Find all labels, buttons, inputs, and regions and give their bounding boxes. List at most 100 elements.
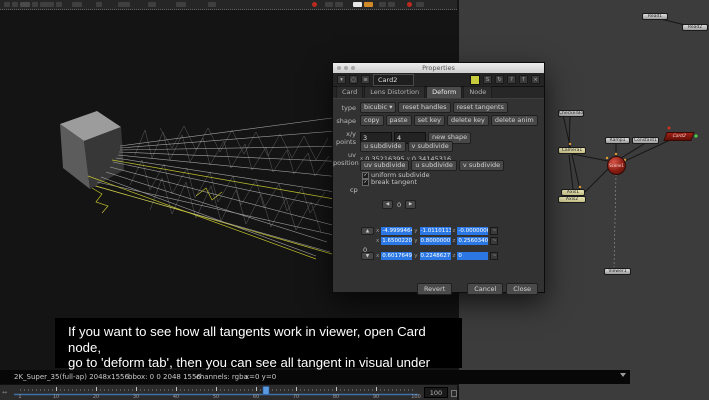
viewer-roi-icon[interactable] bbox=[407, 2, 412, 7]
reset-handles-button[interactable]: reset handles bbox=[398, 102, 450, 113]
point1-y-field[interactable]: 0.8000000 bbox=[420, 237, 451, 245]
node-read[interactable]: Read1 bbox=[642, 13, 668, 20]
reset-tangents-button[interactable]: reset tangents bbox=[453, 102, 508, 113]
type-dropdown[interactable]: bicubic ▾ bbox=[360, 102, 396, 113]
viewer-gain-icon[interactable] bbox=[353, 2, 362, 7]
point0-z-field[interactable]: -0.0000006 bbox=[457, 227, 488, 235]
viewer-toolbar-button[interactable] bbox=[208, 2, 216, 7]
viewer-toolbar-button[interactable] bbox=[176, 2, 186, 7]
window-title: Properties bbox=[422, 64, 455, 72]
viewer-toolbar-button[interactable] bbox=[118, 2, 130, 7]
animation-menu-icon[interactable]: ~ bbox=[490, 237, 498, 245]
viewer-toolbar-button[interactable] bbox=[32, 2, 38, 7]
point-down-button[interactable]: ▼ bbox=[361, 252, 374, 260]
manage-knobs-icon[interactable]: ≡ bbox=[361, 75, 370, 84]
last-frame-field[interactable]: 100 bbox=[424, 387, 448, 398]
viewer-toolbar-button[interactable] bbox=[388, 2, 395, 7]
point0-x-field[interactable]: -4.9999464 bbox=[381, 227, 412, 235]
panel-menu-icon[interactable]: ▾ bbox=[337, 75, 346, 84]
tick-label: 90 bbox=[373, 394, 379, 400]
point1-x-field[interactable]: 1.6500220 bbox=[381, 237, 412, 245]
tab-card[interactable]: Card bbox=[336, 86, 363, 98]
node-read[interactable]: Read2 bbox=[682, 24, 708, 31]
viewer-gamma-icon[interactable] bbox=[364, 2, 373, 7]
timeline-ruler bbox=[0, 385, 457, 400]
viewer-toolbar-button[interactable] bbox=[325, 2, 333, 7]
u-subdivide-button-2[interactable]: u subdivide bbox=[411, 160, 457, 171]
node-camera[interactable]: Camera1 bbox=[558, 147, 586, 154]
tab-deform[interactable]: Deform bbox=[426, 86, 462, 98]
help-icon[interactable]: ? bbox=[507, 75, 516, 84]
timeline-lock-icon[interactable] bbox=[451, 390, 457, 397]
node-ramp[interactable]: Ramp1 bbox=[605, 137, 630, 144]
viewer-toolbar-button[interactable] bbox=[335, 2, 343, 7]
node-axis[interactable]: Axis2 bbox=[558, 196, 586, 203]
tab-lens-distortion[interactable]: Lens Distortion bbox=[364, 86, 425, 98]
delete-key-button[interactable]: delete key bbox=[447, 115, 489, 126]
properties-titlebar[interactable]: Properties bbox=[333, 63, 544, 73]
point2-x-field[interactable]: 0.6017649 bbox=[381, 252, 412, 260]
tick-label: 70 bbox=[293, 394, 299, 400]
close-button[interactable]: Close bbox=[506, 283, 538, 295]
viewer-toolbar-button[interactable] bbox=[4, 2, 10, 7]
float-panel-icon[interactable]: ↑ bbox=[519, 75, 528, 84]
viewer-toolbar-button[interactable] bbox=[379, 2, 386, 7]
point-up-button[interactable]: ▲ bbox=[361, 227, 374, 235]
tab-node[interactable]: Node bbox=[463, 86, 492, 98]
tick-label: 30 bbox=[133, 394, 139, 400]
window-traffic-lights bbox=[337, 66, 355, 70]
status-bbox: bbox: 0 0 2048 1556 bbox=[128, 373, 201, 381]
status-filter-icon[interactable] bbox=[620, 373, 626, 377]
node-viewer[interactable]: Viewer1 bbox=[604, 268, 631, 275]
node-constant[interactable]: Constant1 bbox=[632, 137, 659, 144]
node-name-field[interactable]: Card2 bbox=[373, 74, 414, 86]
timeline[interactable]: ↔ 1 10 20 30 40 50 60 70 80 90 100 100 bbox=[0, 384, 457, 400]
viewer-record-icon[interactable] bbox=[312, 2, 317, 7]
viewer-toolbar-button[interactable] bbox=[20, 2, 30, 7]
window-close-icon[interactable] bbox=[337, 66, 341, 70]
cp-label: cp bbox=[350, 186, 358, 194]
page-next-button[interactable]: ▶ bbox=[405, 200, 416, 209]
window-zoom-icon[interactable] bbox=[351, 66, 355, 70]
node-color-swatch[interactable] bbox=[470, 75, 480, 85]
point2-z-field[interactable]: 0 bbox=[457, 252, 488, 260]
v-subdivide-button-2[interactable]: v subdivide bbox=[459, 160, 504, 171]
point0-y-field[interactable]: -1.0110113 bbox=[420, 227, 451, 235]
node-axis[interactable]: Axis1 bbox=[561, 189, 585, 196]
nuke-window: If you want to see how all tangents work… bbox=[0, 0, 709, 400]
point2-y-field[interactable]: 0.2248627 bbox=[420, 252, 451, 260]
properties-window[interactable]: Properties ▾ ○ ≡ Card2 S ↻ ? ↑ × Card Le… bbox=[332, 62, 545, 293]
copy-button[interactable]: copy bbox=[360, 115, 384, 126]
viewer-toolbar-button[interactable] bbox=[96, 2, 102, 7]
viewer-status-bar: 2K_Super_35(full-ap) 2048x1556 bbox: 0 0… bbox=[0, 370, 630, 384]
uv-subdivide-button[interactable]: uv subdivide bbox=[360, 160, 409, 171]
paste-button[interactable]: paste bbox=[386, 115, 412, 126]
window-minimize-icon[interactable] bbox=[344, 66, 348, 70]
revert-button[interactable]: Revert bbox=[417, 283, 452, 295]
set-key-button[interactable]: set key bbox=[414, 115, 445, 126]
cancel-button[interactable]: Cancel bbox=[467, 283, 503, 295]
settings-icon[interactable]: S bbox=[483, 75, 492, 84]
point1-z-field[interactable]: 0.2560340 bbox=[457, 237, 488, 245]
viewer-toolbar-button[interactable] bbox=[148, 2, 156, 7]
tick-label: 100 bbox=[411, 394, 421, 400]
playhead[interactable] bbox=[263, 387, 269, 395]
viewer-toolbar-button[interactable] bbox=[72, 2, 82, 7]
center-node-icon[interactable]: ○ bbox=[349, 75, 358, 84]
viewer-toolbar-button[interactable] bbox=[416, 2, 424, 7]
viewer-toolbar-button[interactable] bbox=[40, 2, 54, 7]
node-scene[interactable]: Scene1 bbox=[607, 156, 626, 175]
animation-menu-icon[interactable]: ~ bbox=[490, 227, 498, 235]
close-panel-icon[interactable]: × bbox=[531, 75, 540, 84]
revert-knob-icon[interactable]: ↻ bbox=[495, 75, 504, 84]
viewer-toolbar-button[interactable] bbox=[12, 2, 18, 7]
node-checkerboard[interactable]: CheckerBoard1 bbox=[558, 110, 584, 117]
viewer-toolbar-button[interactable] bbox=[56, 2, 62, 7]
tutorial-caption: If you want to see how all tangents work… bbox=[55, 318, 462, 368]
tick-label: 1 bbox=[18, 394, 21, 400]
page-prev-button[interactable]: ◀ bbox=[382, 200, 393, 209]
animation-menu-icon[interactable]: ~ bbox=[490, 252, 498, 260]
break-tangent-checkbox[interactable]: ✓ bbox=[362, 179, 369, 186]
node-card2-selected[interactable]: Card2 bbox=[663, 132, 694, 141]
delete-anim-button[interactable]: delete anim bbox=[491, 115, 538, 126]
